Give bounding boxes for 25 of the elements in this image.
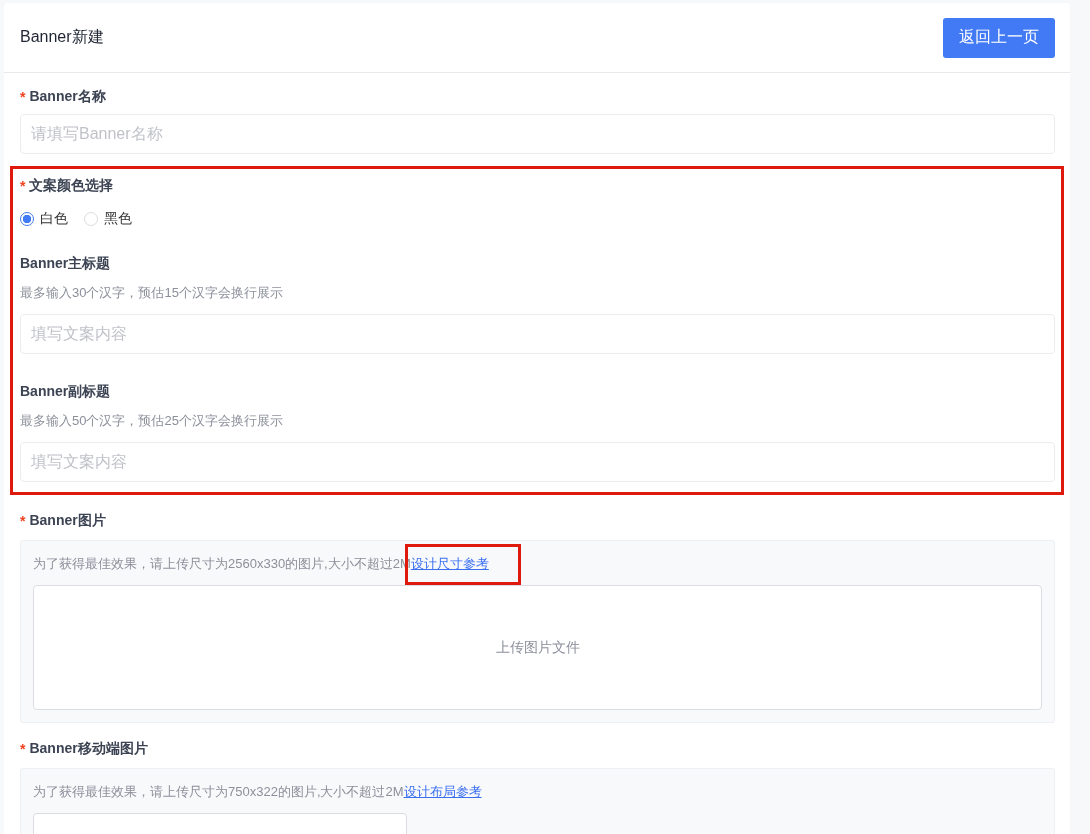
radio-icon[interactable] — [20, 212, 34, 226]
field-label: Banner主标题 — [20, 255, 111, 273]
field-hint: 最多输入30个汉字，预估15个汉字会换行展示 — [20, 284, 284, 302]
field-hint: 最多输入50个汉字，预估25个汉字会换行展示 — [20, 412, 284, 430]
back-button[interactable]: 返回上一页 — [943, 17, 1055, 58]
copy-text-field[interactable]: 填写文案内容 — [20, 442, 1055, 482]
reference-link[interactable]: 设计尺寸参考 — [410, 556, 489, 571]
field-label: Banner图片 — [29, 512, 106, 530]
upload-area[interactable]: 上传图片文件 — [33, 585, 1042, 710]
upload-label: 上传图片文件 — [495, 638, 580, 657]
required-mark: * — [20, 178, 26, 194]
reference-link[interactable]: 设计布局参考 — [403, 784, 482, 799]
field-label: Banner副标题 — [20, 383, 111, 401]
color-radio-option[interactable]: 白色 — [20, 210, 68, 228]
field-label: Banner名称 — [29, 88, 106, 106]
required-mark: * — [20, 513, 26, 529]
page-title: Banner新建 — [20, 27, 104, 47]
required-mark: * — [20, 741, 26, 757]
field-label: 文案颜色选择 — [29, 177, 114, 195]
color-radio-option[interactable]: 黑色 — [84, 210, 132, 228]
upload-hint: 为了获得最佳效果，请上传尺寸为750x322的图片,大小不超过2M — [33, 784, 404, 799]
banner-name-field[interactable]: 请填写Banner名称 — [20, 114, 1055, 154]
copy-text-field[interactable]: 填写文案内容 — [20, 314, 1055, 354]
required-mark: * — [20, 89, 26, 105]
field-label: Banner移动端图片 — [29, 740, 148, 758]
